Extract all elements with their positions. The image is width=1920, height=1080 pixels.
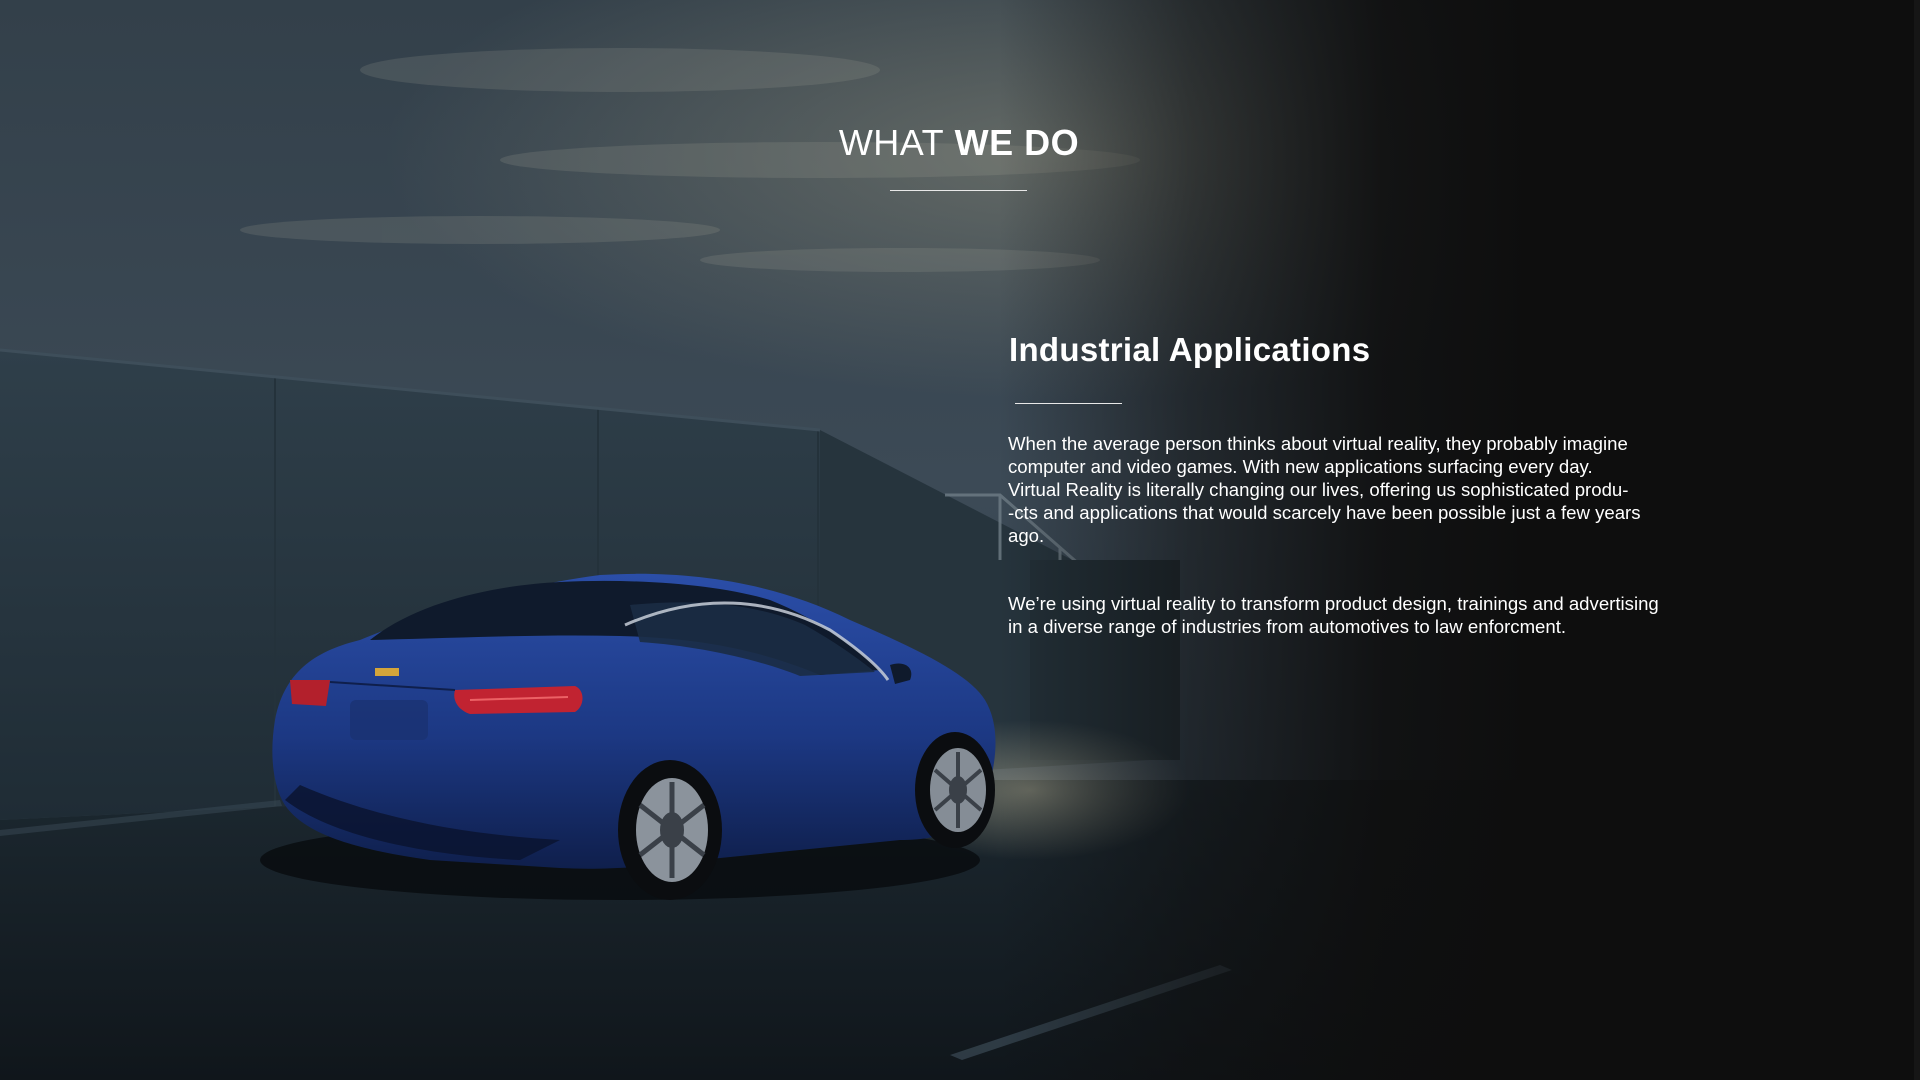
paragraph-line: in a diverse range of industries from au… [1008,616,1567,637]
section-underline [1015,403,1122,404]
paragraph-line: We’re using virtual reality to transform… [1008,593,1659,614]
paragraph-line: ago. [1008,525,1045,546]
page-title-bold: WE DO [954,122,1080,163]
page-title: WHAT WE DO [0,122,1918,164]
title-underline [890,190,1027,191]
paragraph-line: When the average person thinks about vir… [1008,433,1628,454]
paragraph-line: -cts and applications that would scarcel… [1008,502,1641,523]
section-heading: Industrial Applications [1009,331,1371,368]
paragraph-line: computer and video games. With new appli… [1008,456,1593,477]
paragraph-usage: We’re using virtual reality to transform… [1008,592,1728,638]
page-title-light: WHAT [838,122,945,163]
paragraph-intro: When the average person thinks about vir… [1008,432,1728,547]
hero-section: WHAT WE DO Industrial Applications When … [0,0,1920,1080]
paragraph-line: Virtual Reality is literally changing ou… [1008,479,1629,500]
